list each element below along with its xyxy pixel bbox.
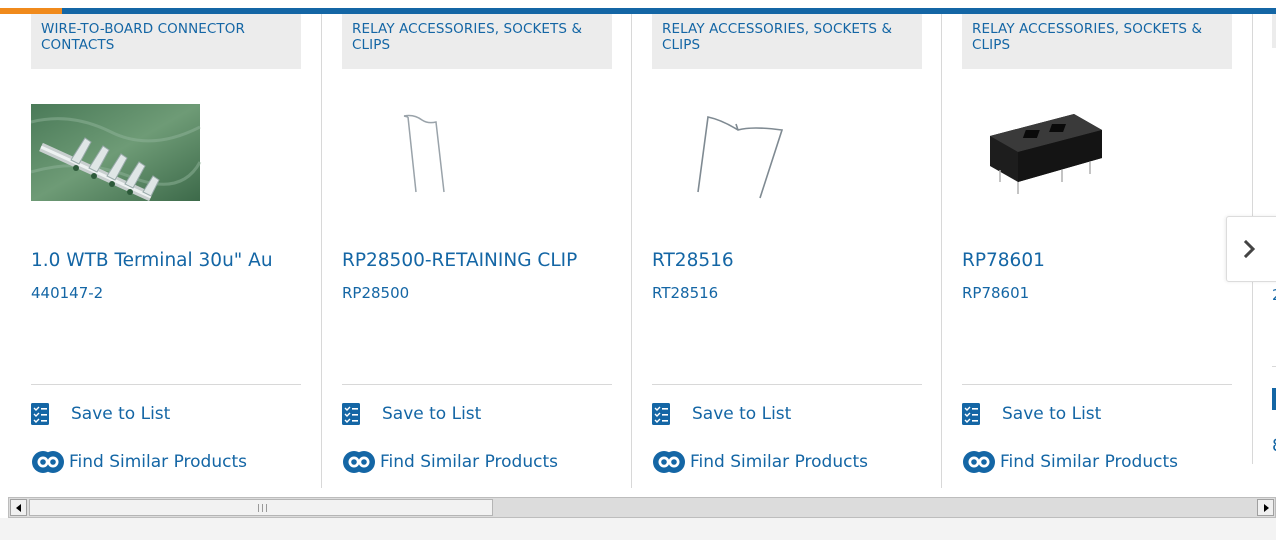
product-category[interactable]: RELAY ACCESSORIES, SOCKETS & CLIPS [342,14,612,69]
card-divider [1272,366,1276,367]
horizontal-scrollbar[interactable] [8,497,1276,518]
card-divider [31,384,301,385]
find-similar-button[interactable]: Find Similar Products [31,449,247,475]
save-to-list-label: Save to List [71,404,171,424]
checklist-icon [342,403,360,425]
product-category[interactable]: RELAY ACCESSORIES, SOCKETS & CLIPS [962,14,1232,69]
product-title-link[interactable]: 1.0 WTB Terminal 30u" Au [31,250,273,271]
save-to-list-label: Save to List [382,404,482,424]
checklist-icon [962,403,980,425]
find-similar-icon [32,451,64,473]
product-image[interactable] [30,102,301,206]
card-divider [652,384,922,385]
save-to-list-button[interactable]: Save to List [962,403,1101,425]
find-similar-button[interactable]: Find Similar Products [652,449,868,475]
part-number-link[interactable]: RP78601 [962,284,1029,302]
product-image[interactable] [962,102,1232,206]
checklist-icon [652,403,670,425]
product-title-link[interactable]: RT28516 [652,250,734,271]
grip-icon [258,504,267,512]
product-card: RELAY ACCESSORIES, SOCKETS & CLIPS RT285… [652,14,942,488]
product-title-link[interactable]: RP28500-RETAINING CLIP [342,250,577,271]
checklist-icon [31,403,49,425]
product-category[interactable]: WIRE-TO-BOARD CONNECTOR CONTACTS [31,14,301,69]
card-divider [342,384,612,385]
triangle-left-icon [15,503,21,512]
product-image[interactable] [342,102,612,206]
part-number-link[interactable]: 2 [1272,286,1276,304]
save-to-list-button[interactable]: Save to List [342,403,481,425]
find-similar-icon [343,451,375,473]
find-similar-button[interactable]: Find Similar Products [342,449,558,475]
part-number-link[interactable]: RT28516 [652,284,718,302]
find-similar-icon [963,451,995,473]
scroll-right-button[interactable] [1257,499,1274,516]
save-to-list-label: Save to List [1002,404,1102,424]
find-similar-button[interactable]: Find Similar Products [962,449,1178,475]
product-card: RELAY ACCESSORIES, SOCKETS & CLIPS RP786… [962,14,1232,488]
find-similar-icon [653,451,685,473]
page-footer-area [0,518,1276,540]
scrollbar-thumb[interactable] [29,499,493,516]
save-to-list-label: Save to List [692,404,792,424]
product-category[interactable] [1272,14,1276,48]
carousel-next-button[interactable] [1226,216,1276,282]
product-title-link[interactable]: RP78601 [962,250,1045,271]
chevron-right-icon [1243,240,1256,258]
part-number-link[interactable]: 440147-2 [31,284,103,302]
triangle-right-icon [1263,503,1269,512]
product-card: WIRE-TO-BOARD CONNECTOR CONTACTS 1.0 WTB… [30,14,322,488]
checklist-icon[interactable] [1272,388,1276,410]
find-similar-label: Find Similar Products [690,452,868,472]
find-similar-label: Find Similar Products [380,452,558,472]
product-card: RELAY ACCESSORIES, SOCKETS & CLIPS RP285… [342,14,632,488]
product-category[interactable]: RELAY ACCESSORIES, SOCKETS & CLIPS [652,14,922,69]
save-to-list-button[interactable]: Save to List [652,403,791,425]
find-similar-icon[interactable]: 8 [1272,436,1276,456]
card-divider [962,384,1232,385]
part-number-link[interactable]: RP28500 [342,284,409,302]
find-similar-label: Find Similar Products [69,452,247,472]
save-to-list-button[interactable]: Save to List [31,403,170,425]
scroll-left-button[interactable] [10,499,27,516]
product-image[interactable] [652,102,922,206]
find-similar-label: Find Similar Products [1000,452,1178,472]
product-carousel: WIRE-TO-BOARD CONNECTOR CONTACTS 1.0 WTB… [0,14,1276,488]
